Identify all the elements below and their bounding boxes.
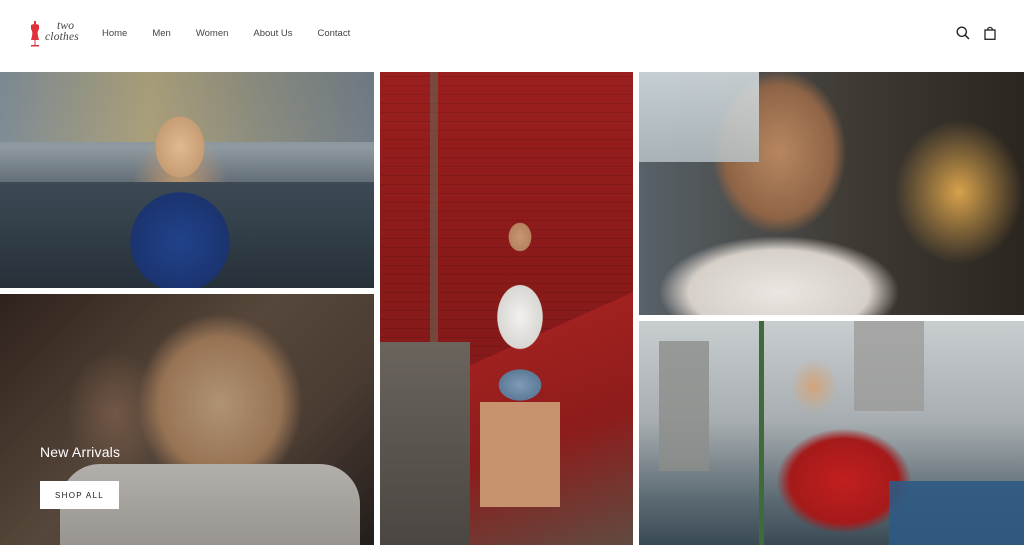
logo-text-line2: clothes	[45, 31, 79, 43]
photo-girl-ferris-wheel[interactable]	[0, 72, 374, 288]
shopping-bag-icon[interactable]	[984, 26, 996, 45]
nav-item-about-us[interactable]: About Us	[253, 28, 292, 43]
shop-all-button[interactable]: SHOP ALL	[40, 481, 119, 509]
photo-model	[480, 207, 560, 545]
photo-pipe	[430, 72, 438, 362]
logo[interactable]: two clothes	[29, 20, 79, 47]
photo-stone-wall	[380, 342, 470, 545]
nav-item-men[interactable]: Men	[152, 28, 170, 43]
photo-couple-new-arrivals[interactable]: New Arrivals SHOP ALL	[0, 294, 374, 545]
photo-guy-sunglasses[interactable]	[639, 72, 1024, 315]
site-header: two clothes Home Men Women About Us Cont…	[0, 0, 1024, 72]
photo-building	[854, 321, 924, 411]
photo-building	[659, 341, 709, 471]
photo-sky	[639, 72, 759, 162]
dress-form-icon	[31, 21, 39, 47]
search-icon[interactable]	[956, 26, 970, 45]
header-actions	[956, 26, 996, 45]
logo-text: two clothes	[45, 20, 79, 43]
nav-item-home[interactable]: Home	[102, 28, 127, 43]
new-arrivals-heading: New Arrivals	[40, 444, 121, 460]
photo-ride-seat	[889, 481, 1024, 545]
photo-girl-pointing[interactable]	[639, 321, 1024, 545]
hero-collage: New Arrivals SHOP ALL	[0, 72, 1024, 545]
photo-girl-red-wall[interactable]	[380, 72, 633, 545]
nav-item-contact[interactable]: Contact	[317, 28, 350, 43]
nav-item-women[interactable]: Women	[196, 28, 229, 43]
photo-pole	[759, 321, 764, 545]
photo-model	[120, 92, 260, 288]
main-nav: Home Men Women About Us Contact	[102, 28, 375, 43]
